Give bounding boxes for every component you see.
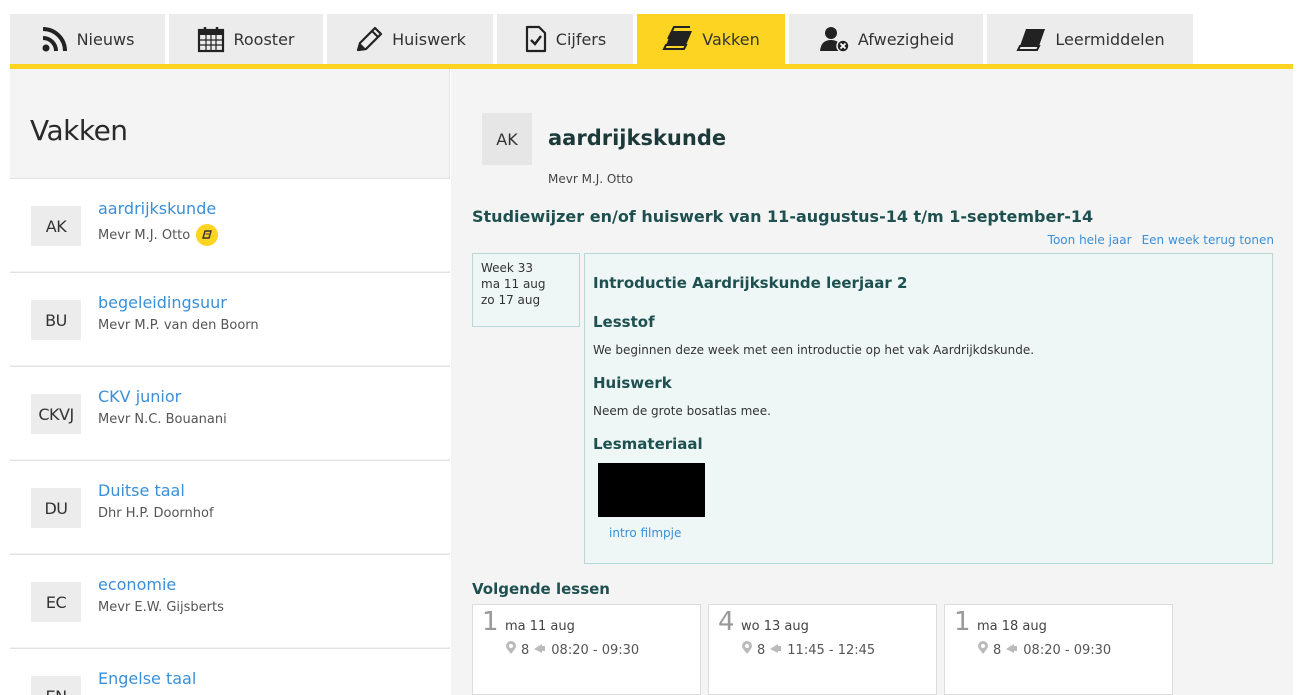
checkmark-document-icon xyxy=(524,25,548,53)
tab-label: Vakken xyxy=(702,29,760,49)
vak-abbr: AK xyxy=(31,206,81,246)
week-end: zo 17 aug xyxy=(481,293,541,307)
vak-name[interactable]: aardrijkskunde xyxy=(98,199,216,218)
week-box: Week 33 ma 11 aug zo 17 aug xyxy=(472,253,580,327)
calendar-icon xyxy=(197,25,225,53)
location-pin-icon xyxy=(741,641,753,659)
tab-label: Afwezigheid xyxy=(857,29,955,49)
studiewijzer-links: Toon hele jaar Een week terug tonen xyxy=(1048,233,1274,247)
tab-nieuws[interactable]: Nieuws xyxy=(10,14,165,64)
lesstof-heading: Lesstof xyxy=(593,313,655,331)
lesson-card[interactable]: 1 ma 18 aug 8 08:20 - 09:30 xyxy=(944,604,1173,695)
teacher-name: Mevr M.J. Otto xyxy=(98,227,191,243)
lesstof-text: We beginnen deze week met een introducti… xyxy=(593,343,1035,357)
week-start: ma 11 aug xyxy=(481,277,546,291)
tab-cijfers[interactable]: Cijfers xyxy=(497,14,633,64)
studiewijzer-title: Studiewijzer en/of huiswerk van 11-augus… xyxy=(472,207,1094,226)
vak-item-engelse-taal[interactable]: EN Engelse taal xyxy=(10,648,450,695)
lesson-date: wo 13 aug xyxy=(741,619,809,634)
lesson-time: 08:20 - 09:30 xyxy=(1023,642,1112,658)
bell-icon xyxy=(1005,642,1019,658)
tab-afwezigheid[interactable]: Afwezigheid xyxy=(789,14,983,64)
tab-label: Cijfers xyxy=(555,29,607,49)
video-thumbnail[interactable] xyxy=(598,463,705,517)
lesson-card[interactable]: 1 ma 11 aug 8 08:20 - 09:30 xyxy=(472,604,701,695)
vak-item-ckv-junior[interactable]: CKVJ CKV junior Mevr N.C. Bouanani xyxy=(10,366,450,459)
lesson-room: 8 xyxy=(993,642,1002,658)
lesmateriaal-heading: Lesmateriaal xyxy=(593,435,703,453)
lesson-time: 08:20 - 09:30 xyxy=(551,642,640,658)
lesson-time: 11:45 - 12:45 xyxy=(787,642,876,658)
vak-abbr: EC xyxy=(31,582,81,622)
vak-abbr: DU xyxy=(31,488,81,528)
lesson-date: ma 11 aug xyxy=(505,619,575,634)
vak-detail: AK aardrijkskunde Mevr M.J. Otto Studiew… xyxy=(451,69,1293,695)
vak-name[interactable]: economie xyxy=(98,575,176,594)
huiswerk-heading: Huiswerk xyxy=(593,374,672,392)
rss-icon xyxy=(41,25,69,53)
tab-rooster[interactable]: Rooster xyxy=(169,14,323,64)
tab-bar: Nieuws Rooster Huiswerk Cijfers Vakken A… xyxy=(0,0,1299,70)
entry-title: Introductie Aardrijkskunde leerjaar 2 xyxy=(593,274,908,292)
bell-icon xyxy=(769,642,783,658)
vak-name[interactable]: CKV junior xyxy=(98,387,181,406)
vakken-sidebar: Vakken AK aardrijkskunde Mevr M.J. Otto … xyxy=(10,69,450,695)
user-absent-icon xyxy=(818,25,850,53)
detail-abbr: AK xyxy=(482,113,532,165)
tab-label: Rooster xyxy=(233,29,295,49)
tab-leermiddelen[interactable]: Leermiddelen xyxy=(987,14,1193,64)
lesson-meta: 8 08:20 - 09:30 xyxy=(505,641,639,659)
week-label: Week 33 xyxy=(481,261,533,275)
lesson-room: 8 xyxy=(521,642,530,658)
lesson-hour: 1 xyxy=(954,607,971,637)
lesson-date: ma 18 aug xyxy=(977,619,1047,634)
lesson-meta: 8 11:45 - 12:45 xyxy=(741,641,875,659)
vak-teacher: Dhr H.P. Doornhof xyxy=(98,506,214,521)
lesson-hour: 4 xyxy=(718,607,735,637)
tab-vakken[interactable]: Vakken xyxy=(637,14,785,64)
vak-name[interactable]: begeleidingsuur xyxy=(98,293,227,312)
tab-label: Nieuws xyxy=(76,29,135,49)
lesson-meta: 8 08:20 - 09:30 xyxy=(977,641,1111,659)
vak-name[interactable]: Engelse taal xyxy=(98,669,196,688)
huiswerk-text: Neem de grote bosatlas mee. xyxy=(593,404,771,418)
location-pin-icon xyxy=(505,641,517,659)
tab-list: Nieuws Rooster Huiswerk Cijfers Vakken A… xyxy=(10,14,1193,64)
video-link[interactable]: intro filmpje xyxy=(609,526,681,540)
lesson-hour: 1 xyxy=(482,607,499,637)
bell-icon xyxy=(533,642,547,658)
vak-item-aardrijkskunde[interactable]: AK aardrijkskunde Mevr M.J. Otto xyxy=(10,178,450,271)
vak-teacher: Mevr M.P. van den Boorn xyxy=(98,318,259,333)
detail-vak-title: aardrijkskunde xyxy=(548,126,727,150)
vak-item-begeleidingsuur[interactable]: BU begeleidingsuur Mevr M.P. van den Boo… xyxy=(10,272,450,365)
lesson-room: 8 xyxy=(757,642,766,658)
tab-huiswerk[interactable]: Huiswerk xyxy=(327,14,493,64)
sidebar-title: Vakken xyxy=(30,114,128,147)
location-pin-icon xyxy=(977,641,989,659)
vak-abbr: BU xyxy=(31,300,81,340)
vak-teacher: Mevr E.W. Gijsberts xyxy=(98,600,224,615)
homework-badge-icon xyxy=(196,224,219,246)
book-icon xyxy=(1015,25,1047,53)
next-lessons-heading: Volgende lessen xyxy=(472,580,610,598)
vak-item-duitse-taal[interactable]: DU Duitse taal Dhr H.P. Doornhof xyxy=(10,460,450,553)
vak-teacher: Mevr N.C. Bouanani xyxy=(98,412,227,427)
tab-label: Huiswerk xyxy=(392,29,466,49)
vak-abbr: EN xyxy=(31,676,81,695)
pencil-icon xyxy=(354,25,384,53)
show-whole-year-link[interactable]: Toon hele jaar xyxy=(1048,233,1132,247)
vak-name[interactable]: Duitse taal xyxy=(98,481,185,500)
week-back-link[interactable]: Een week terug tonen xyxy=(1142,233,1274,247)
lesson-card[interactable]: 4 wo 13 aug 8 11:45 - 12:45 xyxy=(708,604,937,695)
books-icon xyxy=(662,25,694,53)
week-content: Introductie Aardrijkskunde leerjaar 2 Le… xyxy=(584,253,1273,564)
tab-label: Leermiddelen xyxy=(1055,29,1165,49)
vak-abbr: CKVJ xyxy=(31,394,81,434)
detail-teacher: Mevr M.J. Otto xyxy=(548,172,634,186)
vak-teacher: Mevr M.J. Otto xyxy=(98,224,219,246)
vak-item-economie[interactable]: EC economie Mevr E.W. Gijsberts xyxy=(10,554,450,647)
